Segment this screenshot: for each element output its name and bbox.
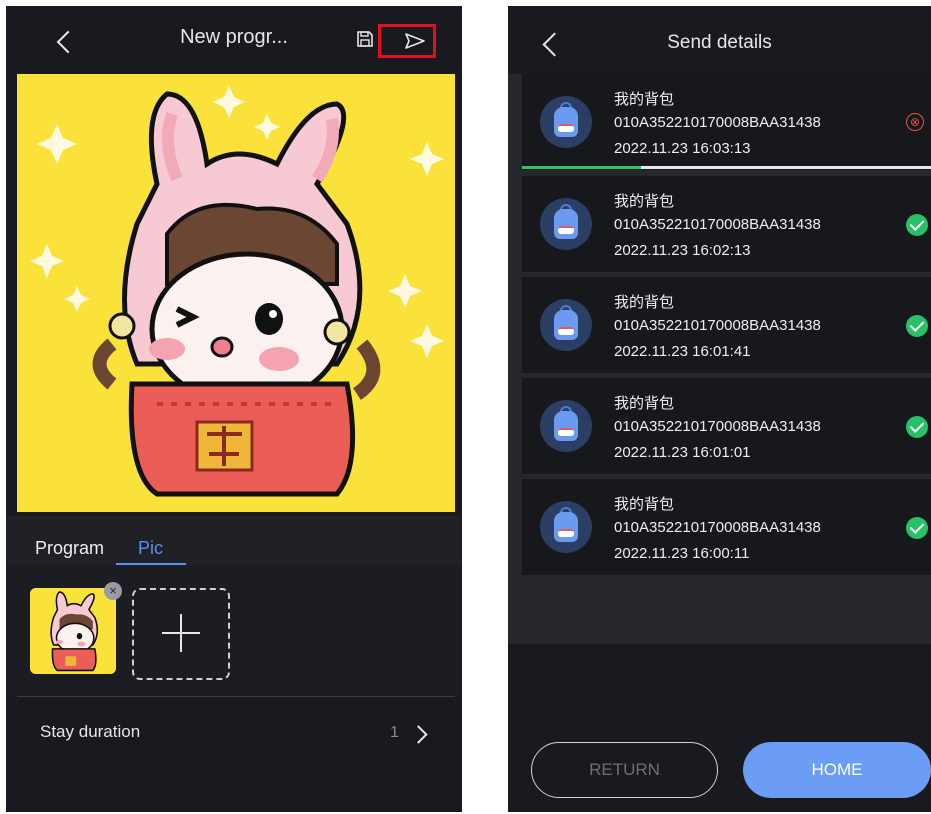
backpack-icon: [540, 96, 592, 148]
send-time: 2022.11.23 16:03:13: [614, 140, 751, 157]
send-progress-fill: [522, 166, 641, 169]
success-check-icon: [906, 315, 928, 337]
success-check-icon: [906, 416, 928, 438]
device-name: 我的背包: [614, 293, 675, 311]
pixel-art-preview: [17, 74, 455, 512]
backpack-icon: [540, 299, 592, 351]
send-details-screen: Send details 我的背包 010A352210170008BAA314…: [508, 6, 931, 812]
picture-thumbnail[interactable]: [30, 588, 116, 674]
send-record-item[interactable]: 我的背包 010A352210170008BAA31438 2022.11.23…: [522, 74, 931, 170]
program-editor-screen: New progr... Program Pic × Stay duration…: [6, 6, 462, 812]
tab-bar: Program Pic: [6, 516, 462, 566]
send-time: 2022.11.23 16:02:13: [614, 242, 751, 259]
floppy-disk-icon[interactable]: [356, 30, 374, 48]
top-bar: New progr...: [6, 6, 462, 74]
backpack-icon: [540, 400, 592, 452]
device-id: 010A352210170008BAA31438: [614, 216, 821, 233]
stay-duration-value: 1: [390, 724, 399, 741]
device-id: 010A352210170008BAA31438: [614, 418, 821, 435]
success-check-icon: [906, 517, 928, 539]
send-progress-bar: [522, 166, 931, 169]
pixel-girl-thumbnail-image: [30, 588, 116, 674]
page-title: Send details: [667, 32, 772, 53]
send-record-item[interactable]: 我的背包 010A352210170008BAA31438 2022.11.23…: [522, 479, 931, 575]
top-bar: Send details: [508, 6, 931, 74]
send-time: 2022.11.23 16:01:01: [614, 444, 751, 461]
return-button[interactable]: RETURN: [531, 742, 718, 798]
send-time: 2022.11.23 16:01:41: [614, 343, 751, 360]
device-name: 我的背包: [614, 90, 675, 108]
device-name: 我的背包: [614, 495, 675, 513]
add-picture-button[interactable]: [132, 588, 230, 680]
tab-pic[interactable]: Pic: [138, 538, 163, 559]
device-name: 我的背包: [614, 394, 675, 412]
remove-picture-icon[interactable]: ×: [104, 582, 122, 600]
send-record-item[interactable]: 我的背包 010A352210170008BAA31438 2022.11.23…: [522, 277, 931, 373]
device-id: 010A352210170008BAA31438: [614, 317, 821, 334]
home-button[interactable]: HOME: [743, 742, 931, 798]
backpack-icon: [540, 501, 592, 553]
pixel-girl-bunny-hood-image: [17, 74, 455, 512]
picture-list: [6, 566, 462, 696]
device-name: 我的背包: [614, 192, 675, 210]
active-tab-indicator: [116, 563, 186, 565]
device-id: 010A352210170008BAA31438: [614, 114, 821, 131]
stay-duration-row[interactable]: Stay duration 1: [6, 698, 462, 774]
send-record-item[interactable]: 我的背包 010A352210170008BAA31438 2022.11.23…: [522, 176, 931, 272]
send-arrow-icon[interactable]: [404, 32, 426, 50]
stay-duration-label: Stay duration: [40, 722, 141, 741]
device-id: 010A352210170008BAA31438: [614, 519, 821, 536]
backpack-icon: [540, 198, 592, 250]
success-check-icon: [906, 214, 928, 236]
send-time: 2022.11.23 16:00:11: [614, 545, 750, 562]
tab-program[interactable]: Program: [35, 538, 104, 559]
chevron-right-icon: [409, 725, 428, 744]
failed-status-icon: ⊗: [906, 113, 924, 131]
send-record-item[interactable]: 我的背包 010A352210170008BAA31438 2022.11.23…: [522, 378, 931, 474]
divider: [17, 696, 455, 697]
